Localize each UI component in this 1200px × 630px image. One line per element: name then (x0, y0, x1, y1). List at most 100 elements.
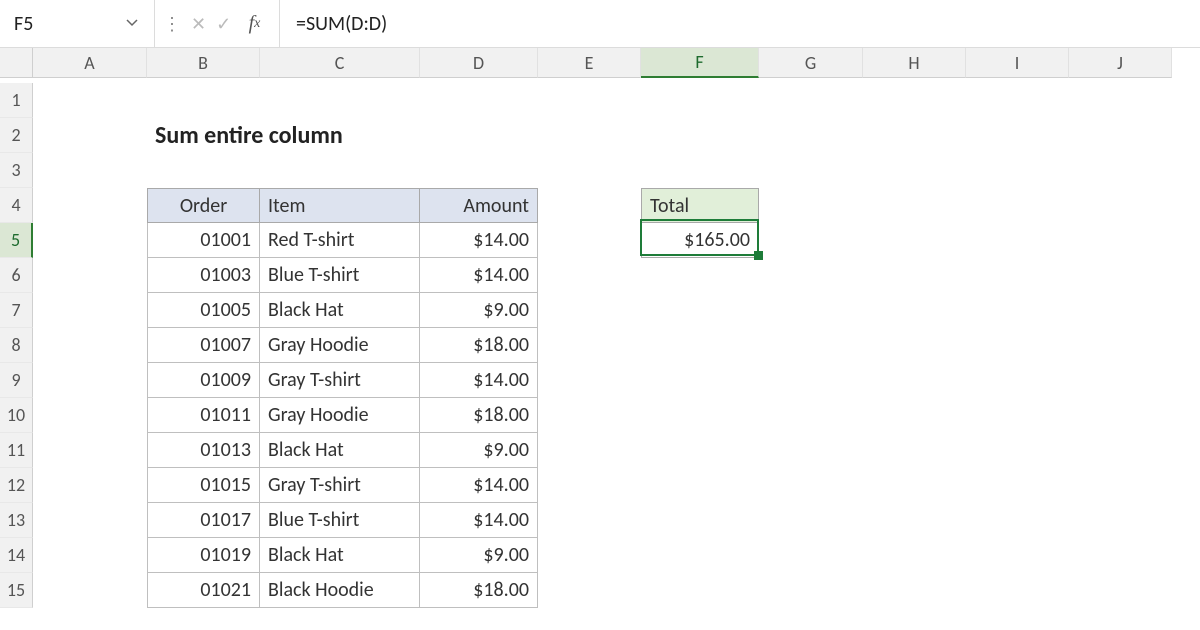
cell[interactable] (966, 538, 1069, 573)
cell[interactable] (966, 118, 1069, 153)
cell[interactable] (33, 223, 147, 258)
cell[interactable] (641, 293, 759, 328)
cell[interactable] (538, 503, 641, 538)
cell[interactable] (33, 258, 147, 293)
cell[interactable] (863, 328, 966, 363)
cell[interactable] (641, 153, 759, 188)
column-header-J[interactable]: J (1069, 48, 1172, 78)
cell[interactable] (863, 153, 966, 188)
table-row-order[interactable]: 01007 (147, 328, 260, 363)
spreadsheet-grid[interactable]: ABCDEFGHIJ12Sum entire column34OrderItem… (0, 48, 1200, 608)
row-header-6[interactable]: 6 (0, 258, 33, 293)
table-row-order[interactable]: 01017 (147, 503, 260, 538)
fx-icon[interactable]: fx (230, 0, 280, 47)
cell[interactable] (1069, 503, 1172, 538)
cell[interactable] (641, 503, 759, 538)
row-header-15[interactable]: 15 (0, 573, 33, 608)
table-row-order[interactable]: 01011 (147, 398, 260, 433)
column-header-B[interactable]: B (147, 48, 260, 78)
cell[interactable] (641, 538, 759, 573)
cell[interactable] (863, 503, 966, 538)
cell[interactable] (641, 468, 759, 503)
cell[interactable] (641, 328, 759, 363)
cell[interactable] (538, 433, 641, 468)
cell[interactable] (1069, 538, 1172, 573)
cancel-icon[interactable]: ✕ (191, 15, 206, 33)
table-row-item[interactable]: Black Hat (260, 433, 420, 468)
cell[interactable] (966, 573, 1069, 608)
table-row-order[interactable]: 01005 (147, 293, 260, 328)
row-header-9[interactable]: 9 (0, 363, 33, 398)
table-row-item[interactable]: Gray T-shirt (260, 468, 420, 503)
cell[interactable] (538, 328, 641, 363)
total-label-cell[interactable]: Total (641, 188, 759, 223)
row-header-7[interactable]: 7 (0, 293, 33, 328)
cell[interactable] (863, 433, 966, 468)
title-cell[interactable]: Sum entire column (147, 118, 260, 153)
table-row-item[interactable]: Blue T-shirt (260, 258, 420, 293)
row-header-3[interactable]: 3 (0, 153, 33, 188)
cell[interactable] (538, 293, 641, 328)
row-header-8[interactable]: 8 (0, 328, 33, 363)
cell[interactable] (1069, 153, 1172, 188)
cell[interactable] (641, 398, 759, 433)
enter-icon[interactable]: ✓ (216, 15, 231, 33)
cell[interactable] (1069, 223, 1172, 258)
cell[interactable] (863, 363, 966, 398)
table-row-order[interactable]: 01009 (147, 363, 260, 398)
cell[interactable] (1069, 433, 1172, 468)
cell[interactable] (966, 293, 1069, 328)
cell[interactable] (759, 188, 863, 223)
cell[interactable] (759, 538, 863, 573)
cell[interactable] (33, 153, 147, 188)
cell[interactable] (966, 503, 1069, 538)
cell[interactable] (966, 398, 1069, 433)
cell[interactable] (863, 258, 966, 293)
cell[interactable] (641, 363, 759, 398)
cell[interactable] (538, 468, 641, 503)
column-header-A[interactable]: A (33, 48, 147, 78)
column-header-E[interactable]: E (538, 48, 641, 78)
cell[interactable] (759, 573, 863, 608)
cell[interactable] (538, 153, 641, 188)
table-row-item[interactable]: Red T-shirt (260, 223, 420, 258)
cell[interactable] (759, 293, 863, 328)
cell[interactable] (863, 468, 966, 503)
cell[interactable] (966, 188, 1069, 223)
cell[interactable] (759, 503, 863, 538)
cell[interactable] (538, 573, 641, 608)
cell[interactable] (966, 153, 1069, 188)
row-header-14[interactable]: 14 (0, 538, 33, 573)
column-header-H[interactable]: H (863, 48, 966, 78)
table-row-item[interactable]: Gray Hoodie (260, 328, 420, 363)
table-row-order[interactable]: 01001 (147, 223, 260, 258)
cell[interactable] (759, 468, 863, 503)
table-row-amount[interactable]: $14.00 (420, 468, 538, 503)
cell[interactable] (759, 258, 863, 293)
cell[interactable] (538, 118, 641, 153)
table-row-amount[interactable]: $9.00 (420, 538, 538, 573)
cell[interactable] (966, 258, 1069, 293)
cell[interactable] (966, 223, 1069, 258)
cell[interactable] (966, 433, 1069, 468)
table-row-item[interactable]: Black Hoodie (260, 573, 420, 608)
column-header-G[interactable]: G (759, 48, 863, 78)
cell[interactable] (33, 468, 147, 503)
cell[interactable] (641, 433, 759, 468)
table-row-order[interactable]: 01013 (147, 433, 260, 468)
table-row-amount[interactable]: $18.00 (420, 328, 538, 363)
cell[interactable] (1069, 363, 1172, 398)
name-box[interactable]: F5 (0, 0, 155, 47)
row-header-10[interactable]: 10 (0, 398, 33, 433)
cell[interactable] (33, 188, 147, 223)
cell[interactable] (1069, 188, 1172, 223)
column-header-F[interactable]: F (641, 48, 759, 78)
cell[interactable] (538, 538, 641, 573)
cell[interactable] (420, 83, 538, 118)
table-row-order[interactable]: 01021 (147, 573, 260, 608)
table-row-item[interactable]: Blue T-shirt (260, 503, 420, 538)
cell[interactable] (33, 363, 147, 398)
row-header-13[interactable]: 13 (0, 503, 33, 538)
table-row-amount[interactable]: $18.00 (420, 398, 538, 433)
cell[interactable] (33, 398, 147, 433)
